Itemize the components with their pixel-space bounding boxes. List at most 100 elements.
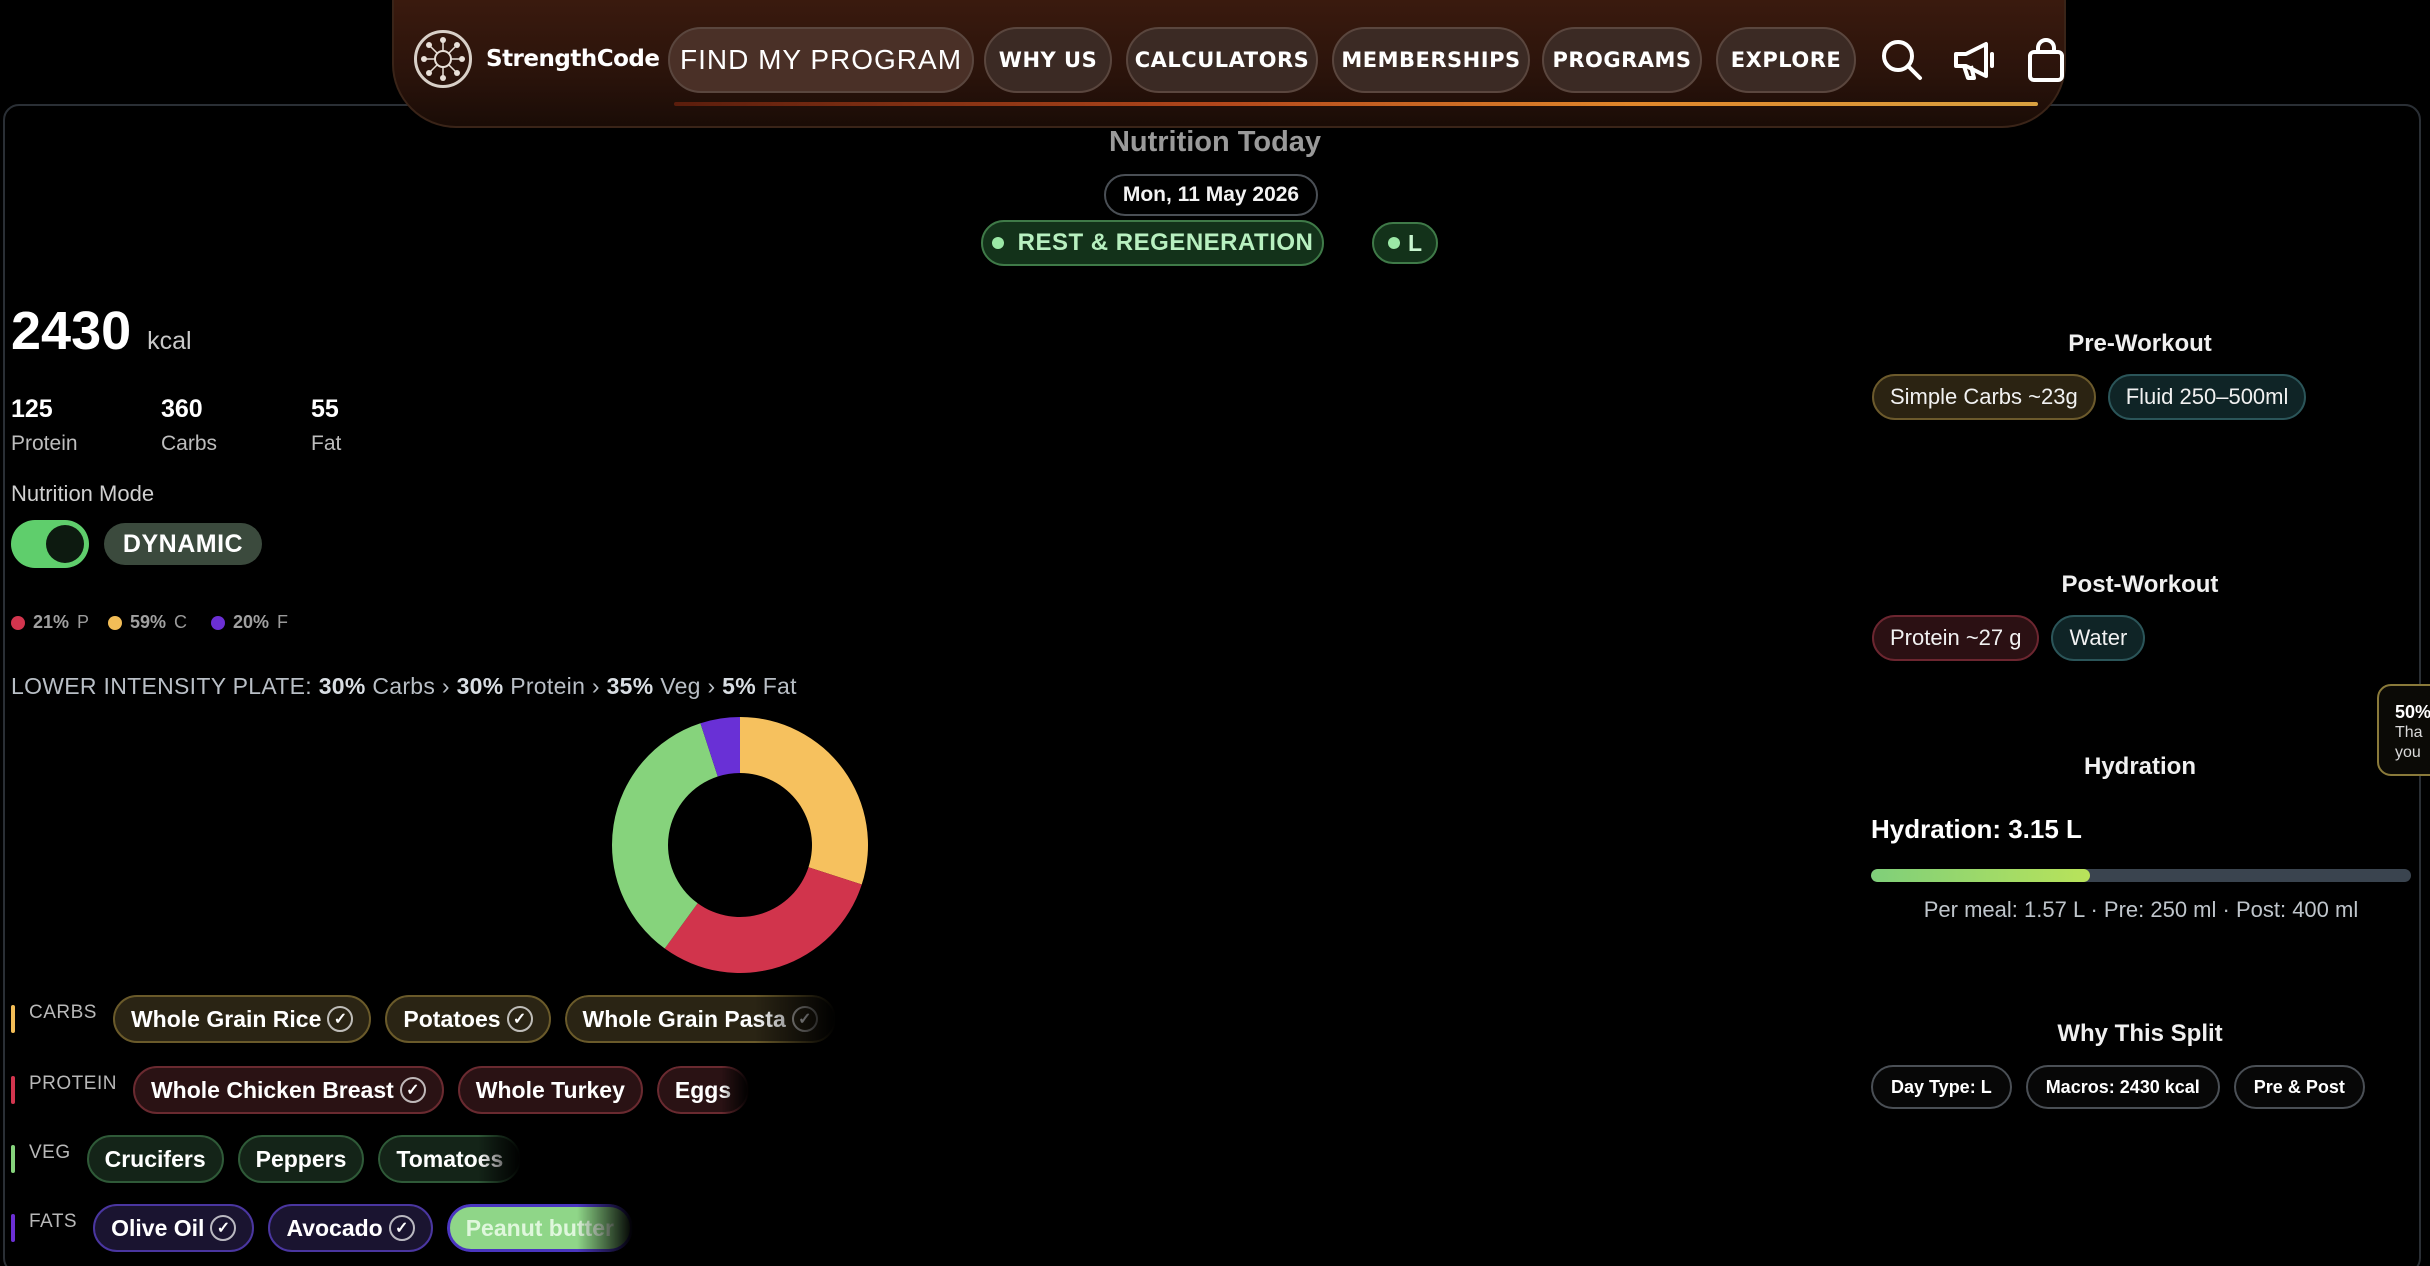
plate-item: Protein bbox=[510, 673, 586, 699]
macro-label: Fat bbox=[311, 432, 342, 455]
food-row-veg: VEG Crucifers Peppers Tomatoes bbox=[11, 1133, 535, 1185]
food-chip[interactable]: Whole Turkey bbox=[457, 1066, 643, 1114]
why-chip: Pre & Post bbox=[2233, 1065, 2365, 1109]
legend-pct: 59% bbox=[130, 612, 167, 632]
why-split-title: Why This Split bbox=[2057, 1020, 2223, 1047]
day-type-label: REST & REGENERATION bbox=[1017, 229, 1314, 256]
kcal-value: 2430 bbox=[11, 301, 132, 361]
category-bar bbox=[11, 1005, 15, 1033]
nav-calculators[interactable]: CALCULATORS bbox=[1126, 27, 1318, 93]
macro-value: 125 bbox=[11, 395, 53, 423]
category-bar bbox=[11, 1076, 15, 1104]
why-split-chips: Day Type: L Macros: 2430 kcal Pre & Post bbox=[1871, 1065, 2365, 1109]
legend-swatch bbox=[11, 615, 25, 630]
food-chip[interactable]: Avocado ✓ bbox=[268, 1204, 433, 1252]
legend-letter: C bbox=[174, 612, 188, 632]
nav-why-us[interactable]: WHY US bbox=[984, 27, 1112, 93]
page-title: Nutrition Today bbox=[1108, 126, 1322, 158]
nutrition-mode-label: Nutrition Mode bbox=[11, 481, 155, 506]
shopping-bag-icon[interactable] bbox=[2020, 34, 2072, 86]
food-chip[interactable]: Whole Grain Rice ✓ bbox=[112, 995, 372, 1043]
brand-name: StrengthCode bbox=[486, 46, 660, 72]
kcal-total: 2430 kcal bbox=[11, 300, 192, 362]
macro-carbs: 360 Carbs bbox=[161, 395, 217, 456]
plate-prefix: LOWER INTENSITY PLATE: bbox=[11, 673, 312, 699]
plate-item: Carbs bbox=[372, 673, 436, 699]
split-legend-fat: 20% F bbox=[211, 612, 288, 633]
macro-value: 360 bbox=[161, 395, 203, 423]
plate-item: Fat bbox=[762, 673, 797, 699]
food-chip[interactable]: Whole Chicken Breast ✓ bbox=[132, 1066, 444, 1114]
food-name: Whole Chicken Breast bbox=[150, 1076, 394, 1103]
donut-slice-protein bbox=[664, 867, 862, 973]
pre-workout-chips: Simple Carbs ~23g Fluid 250–500ml bbox=[1872, 374, 2307, 420]
legend-pct: 21% bbox=[33, 612, 70, 632]
nutrition-mode-toggle[interactable] bbox=[11, 520, 89, 568]
side-promo-tab[interactable]: 50% Tha you bbox=[2377, 684, 2430, 776]
day-type-badge: REST & REGENERATION bbox=[981, 220, 1324, 266]
check-icon: ✓ bbox=[399, 1077, 426, 1103]
why-chip: Day Type: L bbox=[1871, 1065, 2012, 1109]
plate-separator: › bbox=[441, 673, 450, 699]
plate-description: LOWER INTENSITY PLATE: 30% Carbs › 30% P… bbox=[11, 673, 797, 700]
promo-percent: 50% bbox=[2395, 702, 2430, 722]
macro-protein: 125 Protein bbox=[11, 395, 78, 456]
legend-swatch bbox=[108, 615, 122, 630]
split-legend-protein: 21% P bbox=[11, 612, 89, 633]
food-row-carbs: CARBS Whole Grain Rice ✓ Potatoes ✓ Whole … bbox=[11, 993, 850, 1045]
food-name: Tomatoes bbox=[396, 1145, 504, 1172]
plate-pct: 30% bbox=[456, 673, 504, 699]
legend-letter: P bbox=[77, 612, 90, 632]
food-name: Whole Turkey bbox=[475, 1076, 625, 1103]
food-chip[interactable]: Potatoes ✓ bbox=[385, 995, 551, 1043]
plate-donut-chart bbox=[612, 717, 868, 973]
nav-programs[interactable]: PROGRAMS bbox=[1542, 27, 1702, 93]
food-chip[interactable]: Peppers bbox=[237, 1135, 365, 1183]
toggle-knob bbox=[46, 525, 84, 563]
hydration-title: Hydration bbox=[2083, 753, 2196, 780]
food-name: Crucifers bbox=[104, 1145, 206, 1172]
nav-explore[interactable]: EXPLORE bbox=[1716, 27, 1856, 93]
food-name: Whole Grain Pasta bbox=[582, 1005, 786, 1032]
check-icon: ✓ bbox=[327, 1006, 354, 1032]
food-name: Peanut butter bbox=[465, 1214, 614, 1241]
megaphone-icon[interactable] bbox=[1948, 34, 2000, 86]
pre-workout-title: Pre-Workout bbox=[2068, 330, 2212, 357]
split-legend-carbs: 59% C bbox=[108, 612, 187, 633]
food-chip[interactable]: Tomatoes bbox=[378, 1135, 522, 1183]
category-label: FATS bbox=[29, 1211, 78, 1232]
plate-pct: 35% bbox=[606, 673, 654, 699]
food-chip-selected[interactable]: Peanut butter bbox=[446, 1204, 633, 1252]
donut-slice-carbs bbox=[740, 717, 868, 885]
brand-link[interactable]: StrengthCode bbox=[414, 30, 660, 88]
hydration-progress-bar bbox=[1871, 869, 2411, 882]
pre-workout-chip: Simple Carbs ~23g bbox=[1872, 374, 2096, 420]
status-dot bbox=[1387, 237, 1400, 249]
day-code-badge: L bbox=[1372, 222, 1438, 264]
plate-item: Veg bbox=[660, 673, 701, 699]
food-name: Eggs bbox=[674, 1076, 732, 1103]
promo-text: you bbox=[2395, 744, 2421, 761]
category-label: VEG bbox=[29, 1142, 71, 1163]
top-navigation: StrengthCode FIND MY PROGRAM WHY US CALC… bbox=[392, 0, 2066, 128]
food-chip[interactable]: Eggs bbox=[656, 1066, 750, 1114]
post-workout-chips: Protein ~27 g Water bbox=[1872, 615, 2146, 661]
category-label: CARBS bbox=[29, 1002, 97, 1023]
food-name: Whole Grain Rice bbox=[130, 1005, 322, 1032]
food-name: Olive Oil bbox=[111, 1214, 205, 1241]
macro-fat: 55 Fat bbox=[311, 395, 341, 456]
food-chip[interactable]: Olive Oil ✓ bbox=[93, 1204, 255, 1252]
plate-separator: › bbox=[707, 673, 716, 699]
search-icon[interactable] bbox=[1876, 34, 1928, 86]
pre-workout-chip: Fluid 250–500ml bbox=[2107, 374, 2307, 420]
post-workout-chip: Protein ~27 g bbox=[1872, 615, 2040, 661]
plate-pct: 30% bbox=[318, 673, 366, 699]
brand-logo-icon bbox=[414, 30, 472, 88]
legend-letter: F bbox=[277, 612, 289, 632]
find-my-program-button[interactable]: FIND MY PROGRAM bbox=[668, 27, 974, 93]
food-chip[interactable]: Whole Grain Pasta ✓ bbox=[564, 995, 836, 1043]
post-workout-title: Post-Workout bbox=[2061, 571, 2219, 598]
food-chip[interactable]: Crucifers bbox=[86, 1135, 224, 1183]
nav-memberships[interactable]: MEMBERSHIPS bbox=[1332, 27, 1530, 93]
plate-pct: 5% bbox=[722, 673, 756, 699]
